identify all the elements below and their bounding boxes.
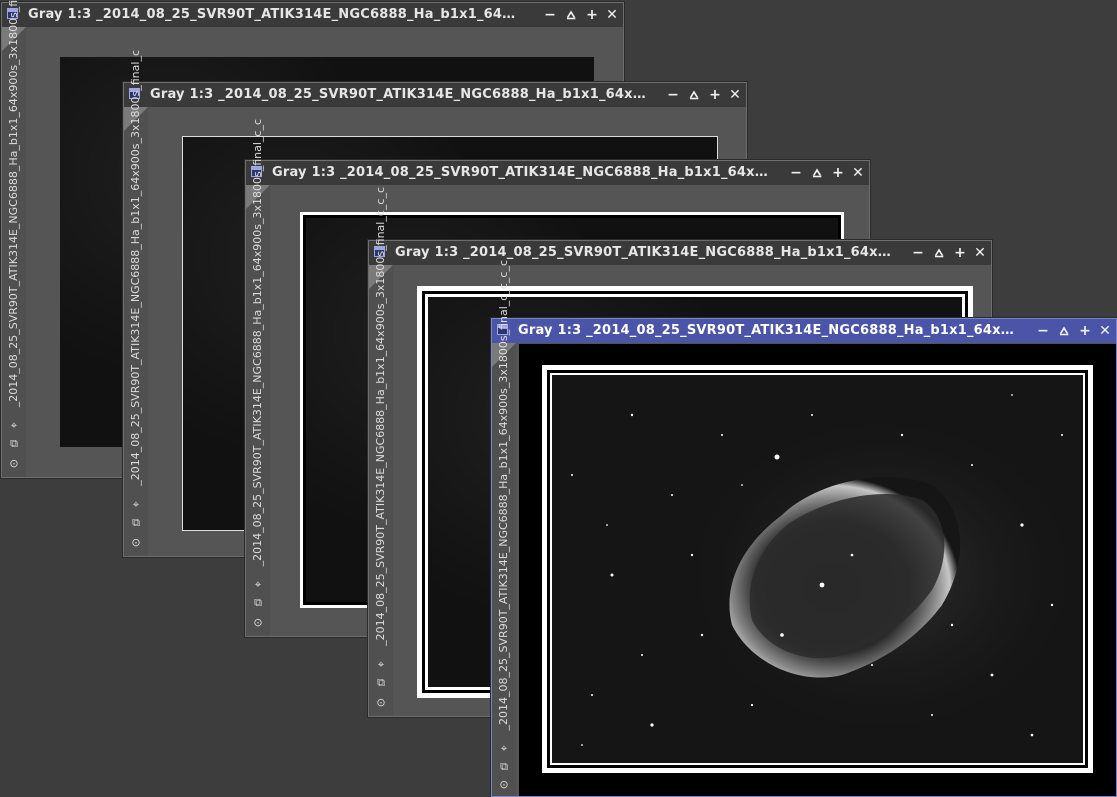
window-titlebar[interactable]: Gray 1:3 _2014_08_25_SVR90T_ATIK314E_NGC… (246, 161, 869, 185)
shade-icon[interactable]: ⩟ (1055, 321, 1073, 341)
close-icon[interactable]: ✕ (1096, 321, 1114, 341)
window-side-panel: _2014_08_25_SVR90T_ATIK314E_NGC6888_Ha_b… (369, 187, 393, 716)
window-title: Gray 1:3 _2014_08_25_SVR90T_ATIK314E_NGC… (395, 245, 891, 260)
zoom-icon[interactable]: ⌖ (496, 742, 512, 756)
minimize-icon[interactable]: − (664, 85, 682, 105)
shade-icon[interactable]: ⩟ (808, 163, 826, 183)
zoom-icon[interactable]: ⌖ (6, 419, 22, 433)
minimize-icon[interactable]: − (541, 5, 559, 25)
image-identifier-label: _2014_08_25_SVR90T_ATIK314E_NGC6888_Ha_b… (374, 187, 387, 646)
image-identifier-label: _2014_08_25_SVR90T_ATIK314E_NGC6888_Ha_b… (129, 50, 142, 486)
copy-icon[interactable]: ⧉ (373, 676, 389, 690)
window-title: Gray 1:3 _2014_08_25_SVR90T_ATIK314E_NGC… (150, 87, 646, 102)
nebula-image (552, 375, 1083, 763)
shade-icon[interactable]: ⩟ (562, 5, 580, 25)
close-icon[interactable]: ✕ (726, 85, 744, 105)
minimize-icon[interactable]: − (1034, 321, 1052, 341)
window-side-panel: _2014_08_25_SVR90T_ATIK314E_NGC6888_Ha_b… (2, 0, 26, 477)
window-side-panel: _2014_08_25_SVR90T_ATIK314E_NGC6888_Ha_b… (246, 119, 270, 636)
close-icon[interactable]: ✕ (603, 5, 621, 25)
shade-icon[interactable]: ⩟ (930, 243, 948, 263)
zoom-icon[interactable]: ⌖ (373, 658, 389, 672)
minimize-icon[interactable]: − (787, 163, 805, 183)
image-canvas[interactable] (519, 344, 1116, 796)
copy-icon[interactable]: ⧉ (250, 596, 266, 610)
window-titlebar[interactable]: Gray 1:3 _2014_08_25_SVR90T_ATIK314E_NGC… (2, 3, 623, 27)
shade-icon[interactable]: ⩟ (685, 85, 703, 105)
maximize-icon[interactable]: + (583, 5, 601, 25)
window-title: Gray 1:3 _2014_08_25_SVR90T_ATIK314E_NGC… (518, 323, 1016, 338)
window-titlebar[interactable]: Gray 1:3 _2014_08_25_SVR90T_ATIK314E_NGC… (369, 241, 991, 265)
window-title: Gray 1:3 _2014_08_25_SVR90T_ATIK314E_NGC… (28, 7, 523, 22)
maximize-icon[interactable]: + (951, 243, 969, 263)
zoom-icon[interactable]: ⌖ (250, 578, 266, 592)
copy-icon[interactable]: ⧉ (496, 760, 512, 774)
copy-icon[interactable]: ⧉ (6, 437, 22, 451)
target-icon[interactable]: ⊙ (6, 457, 22, 471)
target-icon[interactable]: ⊙ (128, 536, 144, 550)
window-titlebar[interactable]: Gray 1:3 _2014_08_25_SVR90T_ATIK314E_NGC… (124, 83, 746, 107)
image-window-5-active[interactable]: Gray 1:3 _2014_08_25_SVR90T_ATIK314E_NGC… (491, 260, 1117, 797)
maximize-icon[interactable]: + (829, 163, 847, 183)
target-icon[interactable]: ⊙ (250, 616, 266, 630)
zoom-icon[interactable]: ⌖ (128, 498, 144, 512)
window-title: Gray 1:3 _2014_08_25_SVR90T_ATIK314E_NGC… (272, 165, 769, 180)
image-identifier-label: _2014_08_25_SVR90T_ATIK314E_NGC6888_Ha_b… (251, 118, 264, 566)
copy-icon[interactable]: ⧉ (128, 516, 144, 530)
window-titlebar[interactable]: Gray 1:3 _2014_08_25_SVR90T_ATIK314E_NGC… (492, 319, 1116, 343)
image-identifier-label: _2014_08_25_SVR90T_ATIK314E_NGC6888_Ha_b… (7, 0, 20, 407)
close-icon[interactable]: ✕ (971, 243, 989, 263)
target-icon[interactable]: ⊙ (373, 696, 389, 710)
window-side-panel: _2014_08_25_SVR90T_ATIK314E_NGC6888_Ha_b… (124, 50, 148, 556)
image-identifier-label: _2014_08_25_SVR90T_ATIK314E_NGC6888_Ha_b… (497, 259, 510, 730)
maximize-icon[interactable]: + (1076, 321, 1094, 341)
maximize-icon[interactable]: + (706, 85, 724, 105)
window-side-panel: _2014_08_25_SVR90T_ATIK314E_NGC6888_Ha_b… (492, 260, 516, 796)
target-icon[interactable]: ⊙ (496, 778, 512, 792)
crescent-nebula-svg (552, 375, 1083, 763)
close-icon[interactable]: ✕ (849, 163, 867, 183)
minimize-icon[interactable]: − (909, 243, 927, 263)
